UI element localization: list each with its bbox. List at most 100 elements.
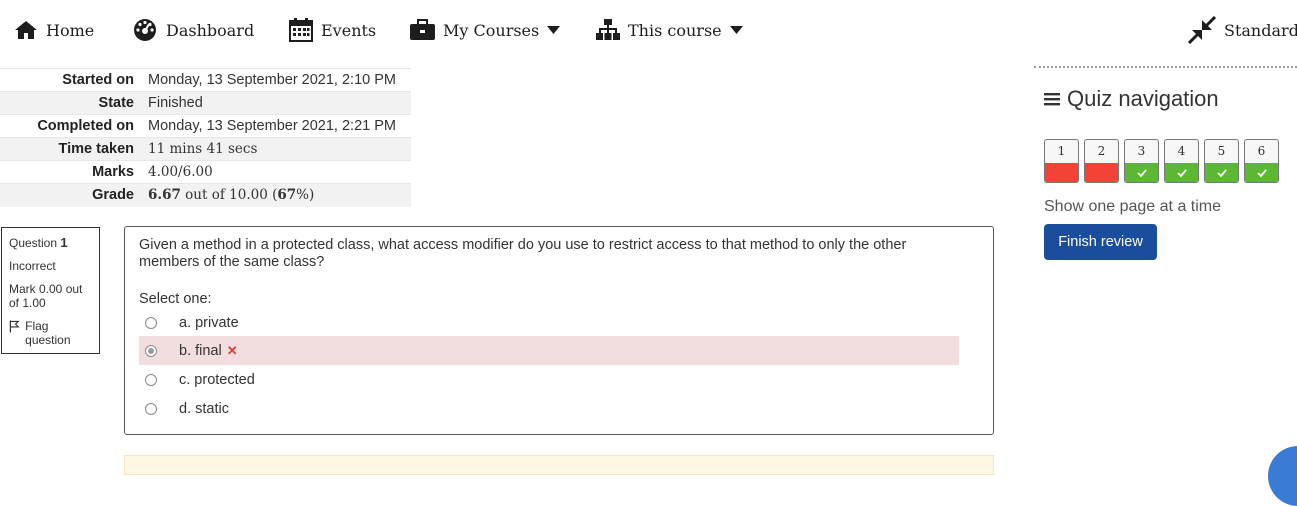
caret-down-icon bbox=[729, 26, 743, 34]
sitemap-icon bbox=[596, 19, 620, 40]
calendar-icon bbox=[289, 18, 313, 42]
floating-action-button[interactable] bbox=[1268, 446, 1297, 506]
block-divider bbox=[1034, 66, 1297, 68]
quiz-nav-number: 4 bbox=[1177, 144, 1186, 158]
question-content-box: Given a method in a protected class, wha… bbox=[124, 226, 994, 435]
quiz-nav-button-5[interactable]: 5 bbox=[1204, 139, 1239, 183]
summary-row-marks: Marks 4.00/6.00 bbox=[0, 160, 411, 184]
nav-my-courses-label: My Courses bbox=[443, 20, 540, 40]
incorrect-state-bar bbox=[1085, 163, 1118, 182]
summary-label: Completed on bbox=[0, 114, 142, 138]
caret-down-icon bbox=[547, 26, 561, 34]
answer-label: c. protected bbox=[179, 371, 255, 388]
quiz-navigation-buttons: 1 2 3 4 5 6 bbox=[1044, 139, 1284, 183]
quiz-nav-button-3[interactable]: 3 bbox=[1124, 139, 1159, 183]
summary-row-state: State Finished bbox=[0, 91, 411, 115]
correct-state-bar bbox=[1125, 163, 1158, 182]
summary-value: Finished bbox=[142, 91, 411, 115]
nav-dashboard-label: Dashboard bbox=[166, 20, 255, 40]
quiz-nav-button-1[interactable]: 1 bbox=[1044, 139, 1079, 183]
quiz-navigation-title: Quiz navigation bbox=[1044, 86, 1219, 112]
nav-standard-label: Standard v bbox=[1224, 20, 1297, 40]
flag-question-button[interactable]: Flag question bbox=[9, 319, 92, 347]
nav-home-label: Home bbox=[46, 20, 95, 40]
summary-value: Monday, 13 September 2021, 2:21 PM bbox=[142, 114, 411, 138]
incorrect-x-icon: ✕ bbox=[226, 342, 238, 358]
nav-this-course[interactable]: This course bbox=[596, 12, 751, 48]
check-icon bbox=[1256, 168, 1267, 177]
quiz-nav-number: 6 bbox=[1257, 144, 1266, 158]
summary-value: 11 mins 41 secs bbox=[142, 137, 411, 161]
flag-icon bbox=[9, 320, 20, 333]
question-number-prefix: Question bbox=[9, 236, 61, 250]
question-number: Question 1 bbox=[9, 235, 92, 251]
grade-end: %) bbox=[296, 187, 315, 204]
correct-state-bar bbox=[1245, 163, 1278, 182]
grade-percent: 67 bbox=[277, 187, 297, 204]
question-text: Given a method in a protected class, wha… bbox=[139, 237, 907, 270]
answer-label: d. static bbox=[179, 400, 229, 417]
briefcase-icon bbox=[410, 19, 435, 40]
summary-label: Started on bbox=[0, 68, 142, 92]
summary-label: State bbox=[0, 91, 142, 115]
show-one-page-link[interactable]: Show one page at a time bbox=[1044, 198, 1221, 216]
finish-review-button[interactable]: Finish review bbox=[1044, 224, 1157, 260]
answer-label: b. final bbox=[179, 342, 222, 359]
nav-events-label: Events bbox=[321, 20, 377, 40]
nav-standard-view[interactable]: Standard v bbox=[1188, 12, 1297, 48]
correct-state-bar bbox=[1205, 163, 1238, 182]
flag-question-label: Flag question bbox=[25, 319, 71, 347]
answer-option-d[interactable]: d. static bbox=[139, 394, 959, 423]
hamburger-icon bbox=[1044, 93, 1060, 106]
quiz-nav-number: 2 bbox=[1097, 144, 1106, 158]
radio-button[interactable] bbox=[145, 402, 157, 415]
dashboard-icon bbox=[134, 19, 156, 41]
check-icon bbox=[1136, 168, 1147, 177]
check-icon bbox=[1176, 168, 1187, 177]
question-number-value: 1 bbox=[60, 235, 68, 250]
nav-dashboard[interactable]: Dashboard bbox=[132, 12, 254, 48]
summary-label: Time taken bbox=[0, 137, 142, 161]
summary-label: Grade bbox=[0, 183, 142, 207]
feedback-box bbox=[124, 455, 994, 475]
home-icon bbox=[15, 21, 37, 39]
top-navigation: Home Dashboard Events My Courses This co… bbox=[0, 0, 1297, 62]
quiz-nav-button-4[interactable]: 4 bbox=[1164, 139, 1199, 183]
summary-label: Marks bbox=[0, 160, 142, 184]
summary-row-started: Started on Monday, 13 September 2021, 2:… bbox=[0, 68, 411, 92]
grade-score: 6.67 bbox=[148, 187, 181, 204]
summary-row-time-taken: Time taken 11 mins 41 secs bbox=[0, 137, 411, 161]
summary-value: 4.00/6.00 bbox=[142, 160, 411, 184]
question-mark: Mark 0.00 out of 1.00 bbox=[9, 282, 83, 310]
summary-row-grade: Grade 6.67 out of 10.00 (67%) bbox=[0, 183, 411, 207]
grade-out-of: out of 10.00 ( bbox=[180, 187, 278, 204]
answer-label: a. private bbox=[179, 314, 239, 331]
summary-grade-value: 6.67 out of 10.00 (67%) bbox=[142, 183, 411, 207]
nav-events[interactable]: Events bbox=[289, 12, 376, 48]
compress-icon bbox=[1188, 16, 1216, 44]
quiz-nav-button-2[interactable]: 2 bbox=[1084, 139, 1119, 183]
answer-option-b[interactable]: b. final ✕ bbox=[139, 336, 959, 365]
nav-this-course-label: This course bbox=[628, 20, 722, 40]
quiz-navigation-label: Quiz navigation bbox=[1067, 86, 1219, 111]
answer-option-c[interactable]: c. protected bbox=[139, 365, 959, 394]
select-one-prompt: Select one: bbox=[139, 291, 212, 307]
quiz-nav-button-6[interactable]: 6 bbox=[1244, 139, 1279, 183]
answer-option-a[interactable]: a. private bbox=[139, 308, 959, 337]
incorrect-state-bar bbox=[1045, 163, 1078, 182]
quiz-nav-number: 1 bbox=[1057, 144, 1066, 158]
quiz-nav-number: 5 bbox=[1217, 144, 1226, 158]
question-info-box: Question 1 Incorrect Mark 0.00 out of 1.… bbox=[1, 227, 100, 354]
radio-button-checked[interactable] bbox=[145, 344, 157, 357]
nav-my-courses[interactable]: My Courses bbox=[410, 12, 568, 48]
radio-button[interactable] bbox=[145, 316, 157, 329]
quiz-nav-number: 3 bbox=[1137, 144, 1146, 158]
summary-row-completed: Completed on Monday, 13 September 2021, … bbox=[0, 114, 411, 138]
radio-button[interactable] bbox=[145, 373, 157, 386]
check-icon bbox=[1216, 168, 1227, 177]
question-state: Incorrect bbox=[9, 259, 56, 273]
correct-state-bar bbox=[1165, 163, 1198, 182]
attempt-summary-table: Started on Monday, 13 September 2021, 2:… bbox=[0, 68, 411, 207]
nav-home[interactable]: Home bbox=[14, 12, 94, 48]
summary-value: Monday, 13 September 2021, 2:10 PM bbox=[142, 68, 411, 92]
